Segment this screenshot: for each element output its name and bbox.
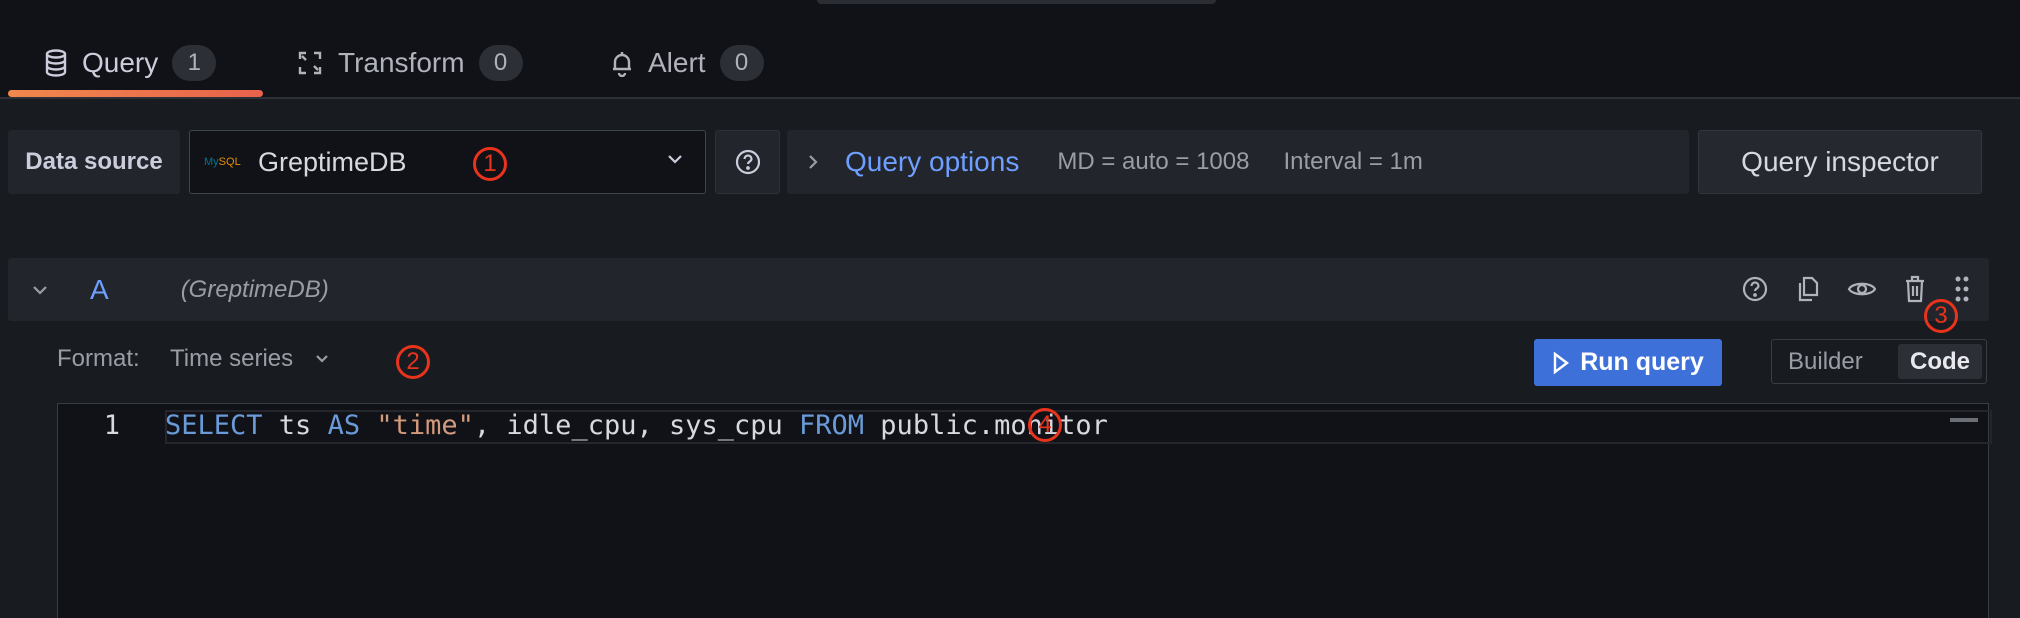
duplicate-icon[interactable] — [1795, 274, 1821, 304]
code-text: ts — [262, 410, 328, 441]
tab-label: Transform — [338, 47, 465, 78]
tab-label: Query — [82, 47, 159, 78]
builder-mode-option[interactable]: Builder — [1776, 344, 1875, 379]
count-badge: 1 — [172, 45, 217, 81]
run-query-button[interactable]: Run query — [1534, 339, 1722, 386]
format-value: Time series — [170, 345, 294, 372]
active-tab-indicator — [8, 90, 263, 97]
data-source-value: GreptimeDB — [258, 146, 407, 177]
annotation-marker: 4 — [1028, 408, 1062, 442]
line-number: 1 — [103, 410, 120, 441]
count-badge: 0 — [719, 45, 764, 81]
annotation-marker: 2 — [396, 345, 430, 379]
bell-icon — [610, 49, 634, 77]
data-source-label: Data source — [8, 130, 180, 194]
editor-mode-toggle: Builder Code — [1771, 339, 1987, 384]
code-line[interactable]: SELECT ts AS "time", idle_cpu, sys_cpu F… — [165, 410, 1108, 442]
chevron-right-icon — [807, 153, 819, 171]
query-ref-id[interactable]: A — [90, 274, 109, 306]
minimap-slider[interactable] — [1950, 418, 1978, 422]
tab-query[interactable]: Query 1 — [44, 40, 217, 86]
chevron-down-icon — [667, 153, 683, 165]
tab-bar: Query 1 Transform 0 Alert 0 — [0, 0, 2020, 98]
run-query-label: Run query — [1580, 348, 1704, 376]
annotation-marker: 1 — [473, 147, 507, 181]
code-text: , idle_cpu, sys_cpu — [473, 410, 800, 441]
mysql-logo-icon: MySQL — [204, 156, 241, 168]
string-literal: "time" — [376, 410, 474, 441]
data-source-select[interactable]: MySQL GreptimeDB — [189, 130, 706, 194]
code-text: public.monitor — [864, 410, 1108, 441]
format-label: Format: — [57, 345, 140, 372]
help-icon[interactable] — [1741, 275, 1769, 303]
drag-handle-icon[interactable] — [1953, 274, 1971, 304]
tab-transform[interactable]: Transform 0 — [296, 40, 523, 86]
annotation-marker: 3 — [1924, 299, 1958, 333]
tab-alert[interactable]: Alert 0 — [610, 40, 764, 86]
query-row-header: A (GreptimeDB) — [8, 258, 1989, 321]
eye-icon[interactable] — [1847, 277, 1877, 301]
query-inspector-button[interactable]: Query inspector — [1698, 130, 1982, 194]
keyword: FROM — [799, 410, 865, 441]
tab-label: Alert — [648, 47, 706, 78]
query-options-label: Query options — [845, 146, 1020, 177]
trash-icon[interactable] — [1903, 274, 1927, 304]
keyword: SELECT — [165, 410, 263, 441]
chevron-down-icon — [315, 354, 329, 364]
transform-icon — [296, 49, 324, 77]
collapse-chevron-icon[interactable] — [32, 284, 48, 296]
interval: Interval = 1m — [1283, 148, 1423, 175]
sql-code-editor[interactable]: 1 SELECT ts AS "time", idle_cpu, sys_cpu… — [57, 403, 1992, 618]
query-options[interactable]: Query options MD = auto = 1008 Interval … — [787, 130, 1689, 194]
database-icon — [44, 49, 68, 77]
count-badge: 0 — [478, 45, 523, 81]
keyword: AS — [327, 410, 361, 441]
format-select[interactable]: Time series — [170, 345, 329, 373]
query-datasource-name: (GreptimeDB) — [180, 275, 329, 303]
play-icon — [1552, 351, 1570, 375]
data-source-help-button[interactable] — [715, 130, 780, 194]
code-mode-option[interactable]: Code — [1898, 344, 1982, 379]
max-data-points: MD = auto = 1008 — [1057, 148, 1250, 175]
help-icon — [734, 148, 762, 176]
